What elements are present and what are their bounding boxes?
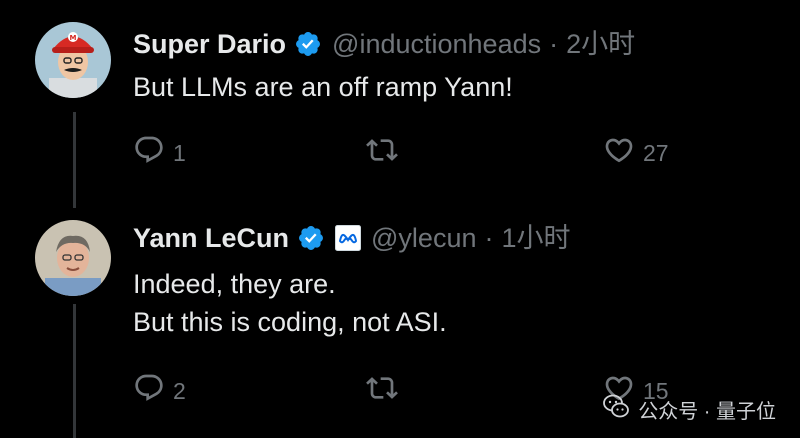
reply-button[interactable]: 2 <box>133 372 186 410</box>
display-name[interactable]: Super Dario <box>133 28 286 60</box>
verified-badge-icon <box>297 224 325 252</box>
tweet-text-line: But LLMs are an off ramp Yann! <box>133 72 513 102</box>
timestamp[interactable]: 1小时 <box>501 222 570 254</box>
display-name[interactable]: Yann LeCun <box>133 222 289 254</box>
avatar[interactable] <box>35 220 111 296</box>
separator-dot: · <box>484 223 494 253</box>
tweet-text: Indeed, they are. But this is coding, no… <box>133 265 447 341</box>
retweet-icon <box>366 134 398 172</box>
tweet-text-line: But this is coding, not ASI. <box>133 307 447 337</box>
reply-icon <box>133 372 165 410</box>
reply-count: 2 <box>173 377 186 404</box>
reply-count: 1 <box>173 139 186 166</box>
tweet-text: But LLMs are an off ramp Yann! <box>133 68 513 106</box>
watermark: 公众号 · 量子位 <box>602 392 776 426</box>
meta-logo-icon[interactable] <box>335 225 362 251</box>
like-count: 27 <box>643 139 669 166</box>
retweet-button[interactable] <box>366 372 406 410</box>
heart-icon <box>603 134 635 172</box>
retweet-button[interactable] <box>366 134 406 172</box>
like-button[interactable]: 27 <box>603 134 669 172</box>
reply-button[interactable]: 1 <box>133 134 186 172</box>
reply-icon <box>133 134 165 172</box>
svg-text:M: M <box>70 34 77 42</box>
wechat-icon <box>602 392 638 426</box>
watermark-label: 公众号 · 量子位 <box>638 400 776 423</box>
handle[interactable]: @inductionheads <box>332 28 541 60</box>
action-bar: 1 27 <box>133 134 693 168</box>
retweet-icon <box>366 372 398 410</box>
tweet-text-line: Indeed, they are. <box>133 269 336 299</box>
avatar[interactable]: M <box>35 22 111 98</box>
handle[interactable]: @ylecun <box>371 222 476 254</box>
verified-badge-icon <box>294 30 322 58</box>
timestamp[interactable]: 2小时 <box>566 28 635 60</box>
separator-dot: · <box>549 29 559 59</box>
tweet[interactable]: M Super Dario @inductionheads · 2小时 But … <box>0 0 800 200</box>
